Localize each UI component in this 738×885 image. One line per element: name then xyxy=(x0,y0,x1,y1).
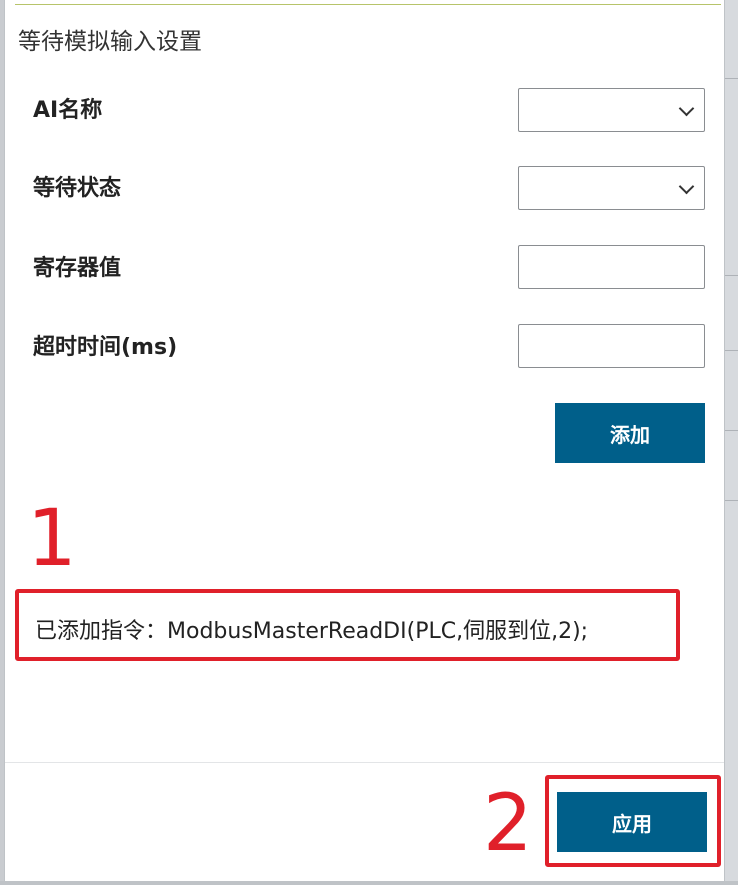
wait-analog-input-dialog: 等待模拟输入设置 AI名称 等待状态 寄存器值 超时时间(ms) 添加 1 已添… xyxy=(4,0,725,881)
background-divider xyxy=(725,275,738,276)
added-instruction-text: 已添加指令：ModbusMasterReadDI(PLC,伺服到位,2); xyxy=(35,619,589,644)
timeout-input[interactable] xyxy=(518,324,705,368)
dialog-title: 等待模拟输入设置 xyxy=(18,29,202,55)
wait-state-label: 等待状态 xyxy=(33,176,122,201)
annotation-number-1: 1 xyxy=(27,494,77,584)
title-rule xyxy=(15,4,721,5)
ai-name-label: AI名称 xyxy=(33,98,103,123)
annotation-number-2: 2 xyxy=(483,779,533,869)
background-divider xyxy=(725,430,738,431)
ai-name-select[interactable] xyxy=(518,88,705,132)
add-button[interactable]: 添加 xyxy=(555,403,705,463)
wait-state-select[interactable] xyxy=(518,166,705,210)
window-bottom-border xyxy=(0,881,738,885)
chevron-down-icon xyxy=(678,100,695,117)
background-divider xyxy=(725,78,738,79)
chevron-down-icon xyxy=(678,178,695,195)
background-panel-right xyxy=(725,0,738,885)
background-divider xyxy=(725,350,738,351)
timeout-label: 超时时间(ms) xyxy=(33,335,178,360)
footer-divider xyxy=(5,762,724,763)
background-divider xyxy=(725,500,738,501)
register-value-label: 寄存器值 xyxy=(33,256,122,281)
apply-button[interactable]: 应用 xyxy=(557,792,707,852)
register-value-input[interactable] xyxy=(518,245,705,289)
